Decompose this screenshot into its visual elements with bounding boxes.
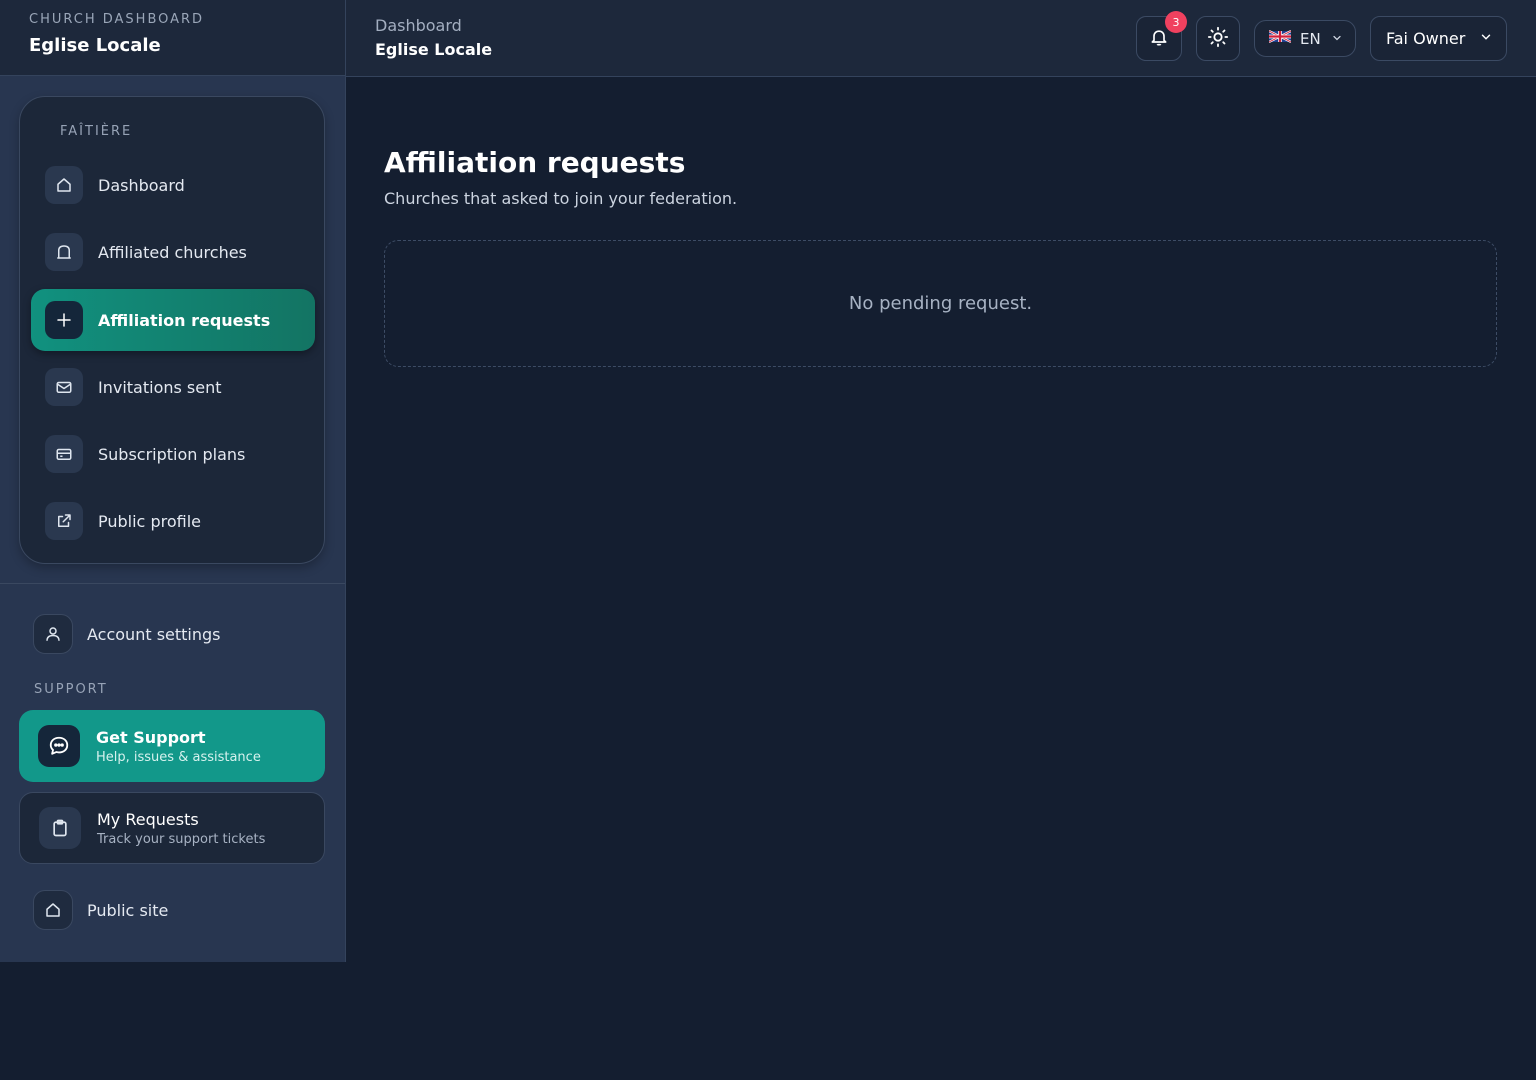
topbar: Dashboard Eglise Locale 3 EN Fai Owner	[346, 0, 1536, 77]
plus-icon	[45, 301, 83, 339]
nav-section-heading: FAÎTIÈRE	[60, 124, 133, 139]
chat-icon	[38, 725, 80, 767]
sidebar-item-subscription-plans[interactable]: Subscription plans	[31, 423, 315, 485]
user-icon	[33, 614, 73, 654]
get-support-button[interactable]: Get Support Help, issues & assistance	[19, 710, 325, 782]
bell-icon	[1149, 27, 1169, 51]
account-settings-label: Account settings	[87, 624, 221, 644]
sidebar-divider	[0, 583, 345, 584]
sidebar-item-affiliated-churches[interactable]: Affiliated churches	[31, 221, 315, 283]
get-support-title: Get Support	[96, 727, 206, 747]
account-settings-link[interactable]: Account settings	[33, 614, 221, 654]
public-site-label: Public site	[87, 900, 169, 920]
chevron-down-icon	[1331, 29, 1343, 48]
home-icon	[45, 166, 83, 204]
page-subtitle: Churches that asked to join your federat…	[384, 189, 738, 208]
user-name: Fai Owner	[1386, 29, 1466, 48]
theme-toggle-button[interactable]	[1196, 16, 1240, 61]
my-requests-title: My Requests	[97, 809, 199, 829]
language-code: EN	[1300, 29, 1321, 48]
sidebar-item-invitations-sent[interactable]: Invitations sent	[31, 356, 315, 418]
sidebar-item-label: Public profile	[98, 511, 201, 531]
empty-state: No pending request.	[384, 240, 1497, 367]
sidebar-item-label: Affiliated churches	[98, 242, 247, 262]
external-link-icon	[45, 502, 83, 540]
sidebar-item-label: Affiliation requests	[98, 310, 271, 330]
sidebar-item-label: Dashboard	[98, 175, 185, 195]
my-requests-button[interactable]: My Requests Track your support tickets	[19, 792, 325, 864]
sidebar-nav: FAÎTIÈRE Dashboard Affiliated churches A…	[19, 96, 325, 564]
my-requests-subtitle: Track your support tickets	[97, 831, 266, 847]
brand-kicker: CHURCH DASHBOARD	[29, 12, 205, 27]
page-title: Affiliation requests	[384, 146, 686, 179]
sun-icon	[1207, 26, 1229, 52]
app: CHURCH DASHBOARD Eglise Locale FAÎTIÈRE …	[0, 0, 1536, 1080]
public-site-link[interactable]: Public site	[33, 890, 168, 930]
brand: CHURCH DASHBOARD Eglise Locale	[0, 0, 345, 76]
chevron-down-icon	[1479, 29, 1493, 48]
sidebar: CHURCH DASHBOARD Eglise Locale FAÎTIÈRE …	[0, 0, 346, 962]
church-icon	[45, 233, 83, 271]
empty-state-message: No pending request.	[848, 293, 1033, 314]
get-support-text: Get Support Help, issues & assistance	[96, 728, 261, 765]
sidebar-item-public-profile[interactable]: Public profile	[31, 490, 315, 552]
notifications-button[interactable]: 3	[1136, 11, 1187, 61]
uk-flag-icon	[1268, 29, 1292, 48]
sidebar-item-affiliation-requests[interactable]: Affiliation requests	[31, 289, 315, 351]
notification-badge: 3	[1165, 11, 1187, 33]
mail-icon	[45, 368, 83, 406]
clipboard-icon	[39, 807, 81, 849]
sidebar-item-dashboard[interactable]: Dashboard	[31, 154, 315, 216]
user-menu-button[interactable]: Fai Owner	[1370, 16, 1507, 61]
get-support-subtitle: Help, issues & assistance	[96, 749, 261, 765]
language-selector[interactable]: EN	[1254, 20, 1356, 57]
credit-card-icon	[45, 435, 83, 473]
support-heading: SUPPORT	[34, 682, 108, 697]
home-icon	[33, 890, 73, 930]
sidebar-item-label: Subscription plans	[98, 444, 246, 464]
breadcrumb-parent[interactable]: Dashboard	[375, 16, 462, 35]
brand-title: Eglise Locale	[29, 35, 161, 56]
breadcrumb-current: Eglise Locale	[375, 40, 493, 59]
sidebar-item-label: Invitations sent	[98, 377, 222, 397]
my-requests-text: My Requests Track your support tickets	[97, 810, 265, 847]
